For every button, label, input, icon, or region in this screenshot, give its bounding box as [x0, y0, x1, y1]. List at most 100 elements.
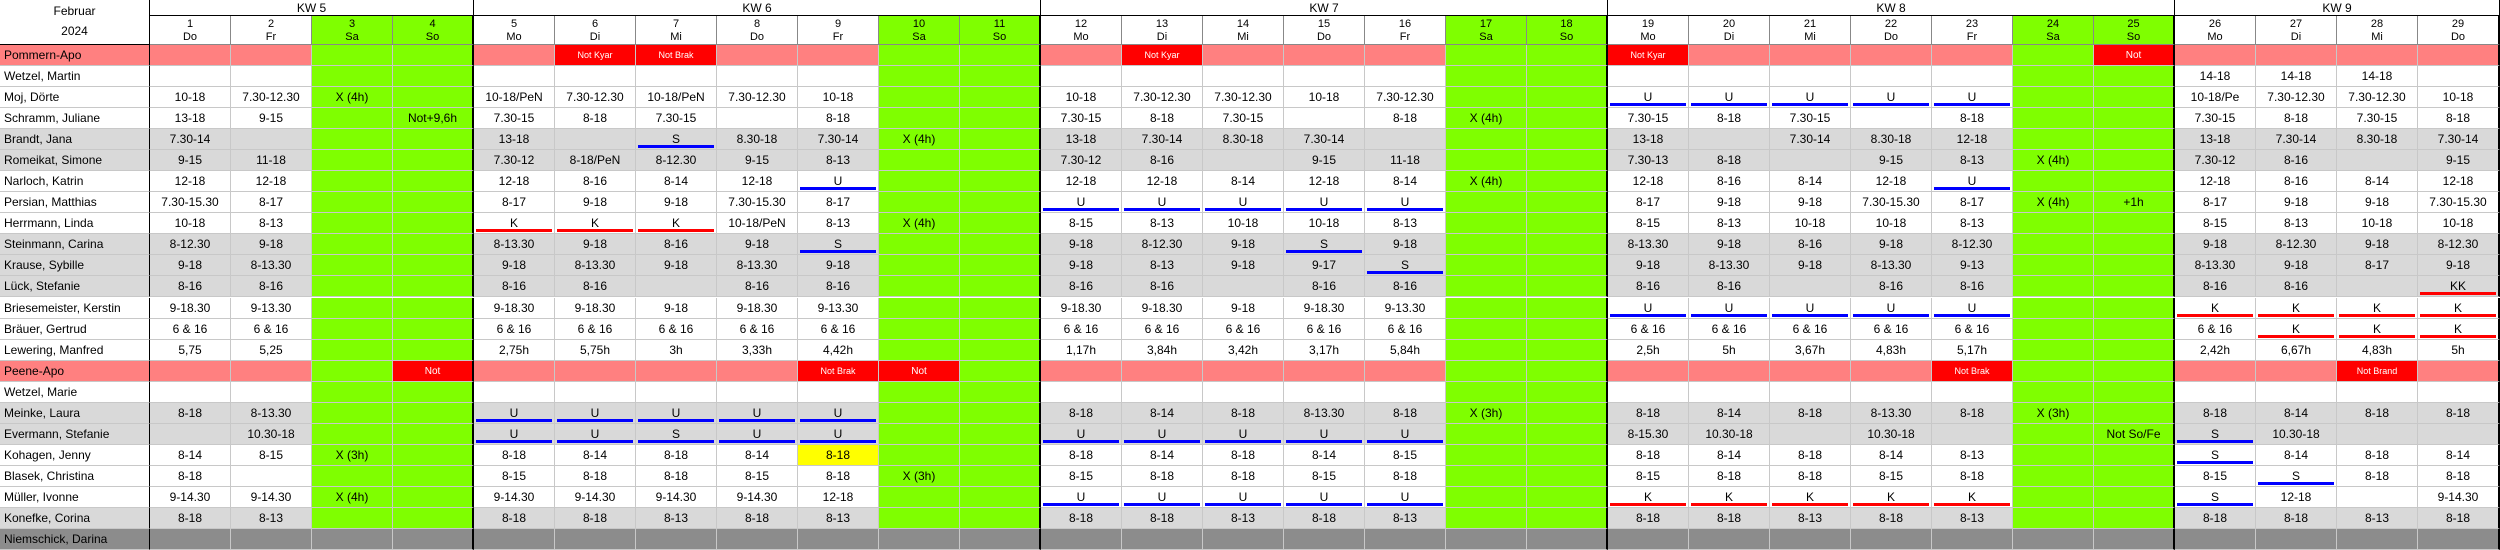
shift-cell[interactable] [960, 339, 1041, 361]
shift-cell[interactable] [2175, 528, 2256, 550]
shift-cell[interactable]: 2,75h [474, 339, 555, 361]
shift-cell[interactable]: X (3h) [879, 465, 960, 487]
shift-cell[interactable] [2337, 528, 2418, 550]
shift-cell[interactable] [960, 192, 1041, 214]
shift-cell[interactable] [1608, 528, 1689, 550]
shift-cell[interactable]: 12-18 [798, 486, 879, 508]
shift-cell[interactable]: 6 & 16 [1203, 318, 1284, 340]
shift-cell[interactable]: S [2256, 465, 2337, 487]
shift-cell[interactable]: U [1122, 486, 1203, 508]
shift-cell[interactable]: 8-18 [1689, 108, 1770, 130]
shift-cell[interactable]: 9-13.30 [798, 297, 879, 319]
shift-cell[interactable] [1284, 108, 1365, 130]
shift-cell[interactable] [1851, 360, 1932, 382]
shift-cell[interactable]: 9-18 [1608, 255, 1689, 277]
shift-cell[interactable]: 7.30-13 [1608, 150, 1689, 172]
shift-cell[interactable]: 8-16 [1689, 171, 1770, 193]
shift-cell[interactable] [2094, 444, 2175, 466]
shift-cell[interactable]: 10-18 [1851, 213, 1932, 235]
shift-cell[interactable]: 9-14.30 [150, 486, 231, 508]
shift-cell[interactable] [555, 66, 636, 88]
shift-cell[interactable] [879, 192, 960, 214]
shift-cell[interactable] [960, 360, 1041, 382]
shift-cell[interactable] [960, 108, 1041, 130]
shift-cell[interactable]: S [2175, 486, 2256, 508]
shift-cell[interactable]: 7.30-12.30 [231, 87, 312, 109]
shift-cell[interactable] [1446, 318, 1527, 340]
shift-cell[interactable]: 13-18 [1041, 129, 1122, 151]
shift-cell[interactable]: 6 & 16 [717, 318, 798, 340]
shift-cell[interactable] [2094, 108, 2175, 130]
shift-cell[interactable]: 8-18 [636, 465, 717, 487]
shift-cell[interactable]: 9-18 [1041, 234, 1122, 256]
shift-cell[interactable] [879, 423, 960, 445]
shift-cell[interactable]: 12-18 [2256, 486, 2337, 508]
shift-cell[interactable] [1608, 381, 1689, 403]
shift-cell[interactable] [798, 381, 879, 403]
shift-cell[interactable] [555, 528, 636, 550]
shift-cell[interactable] [960, 171, 1041, 193]
shift-cell[interactable] [2013, 213, 2094, 235]
shift-cell[interactable]: U [1851, 87, 1932, 109]
shift-cell[interactable] [960, 234, 1041, 256]
shift-cell[interactable]: 8-17 [1608, 192, 1689, 214]
shift-cell[interactable]: 8-18 [555, 108, 636, 130]
shift-cell[interactable]: 8-18 [1770, 465, 1851, 487]
shift-cell[interactable]: 10-18/PeN [474, 87, 555, 109]
shift-cell[interactable]: 9-18 [798, 255, 879, 277]
shift-cell[interactable] [2013, 234, 2094, 256]
shift-cell[interactable]: 6 & 16 [1770, 318, 1851, 340]
shift-cell[interactable]: 10-18 [1770, 213, 1851, 235]
shift-cell[interactable]: 8-18 [798, 444, 879, 466]
shift-cell[interactable]: 8-13 [798, 213, 879, 235]
shift-cell[interactable] [231, 528, 312, 550]
shift-cell[interactable]: 7.30-14 [2256, 129, 2337, 151]
shift-cell[interactable] [555, 381, 636, 403]
shift-cell[interactable] [1041, 45, 1122, 67]
shift-cell[interactable]: K [474, 213, 555, 235]
shift-cell[interactable] [1041, 66, 1122, 88]
shift-cell[interactable] [231, 66, 312, 88]
shift-cell[interactable] [879, 339, 960, 361]
shift-cell[interactable]: 7.30-15 [474, 108, 555, 130]
shift-cell[interactable] [1203, 381, 1284, 403]
shift-cell[interactable] [2256, 45, 2337, 67]
shift-cell[interactable] [1284, 45, 1365, 67]
shift-cell[interactable]: U [798, 402, 879, 424]
shift-cell[interactable]: K [1689, 486, 1770, 508]
shift-cell[interactable]: 12-18 [2418, 171, 2500, 193]
shift-cell[interactable]: 7.30-12.30 [2256, 87, 2337, 109]
shift-cell[interactable] [1689, 66, 1770, 88]
shift-cell[interactable]: 12-18 [717, 171, 798, 193]
shift-cell[interactable] [1365, 66, 1446, 88]
shift-cell[interactable] [960, 87, 1041, 109]
shift-cell[interactable] [1446, 444, 1527, 466]
shift-cell[interactable] [960, 507, 1041, 529]
shift-cell[interactable]: K [636, 213, 717, 235]
shift-cell[interactable] [1446, 465, 1527, 487]
shift-cell[interactable] [2094, 171, 2175, 193]
shift-cell[interactable] [231, 381, 312, 403]
shift-cell[interactable]: 9-14.30 [474, 486, 555, 508]
shift-cell[interactable]: 8-18 [1365, 465, 1446, 487]
shift-cell[interactable] [1446, 507, 1527, 529]
shift-cell[interactable] [717, 45, 798, 67]
shift-cell[interactable]: X (4h) [879, 213, 960, 235]
shift-cell[interactable]: 12-18 [150, 171, 231, 193]
shift-cell[interactable] [312, 171, 393, 193]
shift-cell[interactable]: 8-13 [1689, 213, 1770, 235]
shift-cell[interactable] [1446, 192, 1527, 214]
shift-cell[interactable]: 8-18 [1041, 444, 1122, 466]
shift-cell[interactable]: 10-18 [2337, 213, 2418, 235]
shift-cell[interactable] [1365, 528, 1446, 550]
shift-cell[interactable]: 8-14 [1365, 171, 1446, 193]
shift-cell[interactable] [231, 360, 312, 382]
shift-cell[interactable]: 8-15.30 [1608, 423, 1689, 445]
shift-cell[interactable]: 10-18 [2418, 87, 2500, 109]
shift-cell[interactable]: 9-15 [231, 108, 312, 130]
shift-cell[interactable]: 9-18 [1365, 234, 1446, 256]
shift-cell[interactable] [393, 255, 474, 277]
shift-cell[interactable]: 8-16 [636, 234, 717, 256]
shift-cell[interactable] [960, 381, 1041, 403]
shift-cell[interactable] [1527, 297, 1608, 319]
